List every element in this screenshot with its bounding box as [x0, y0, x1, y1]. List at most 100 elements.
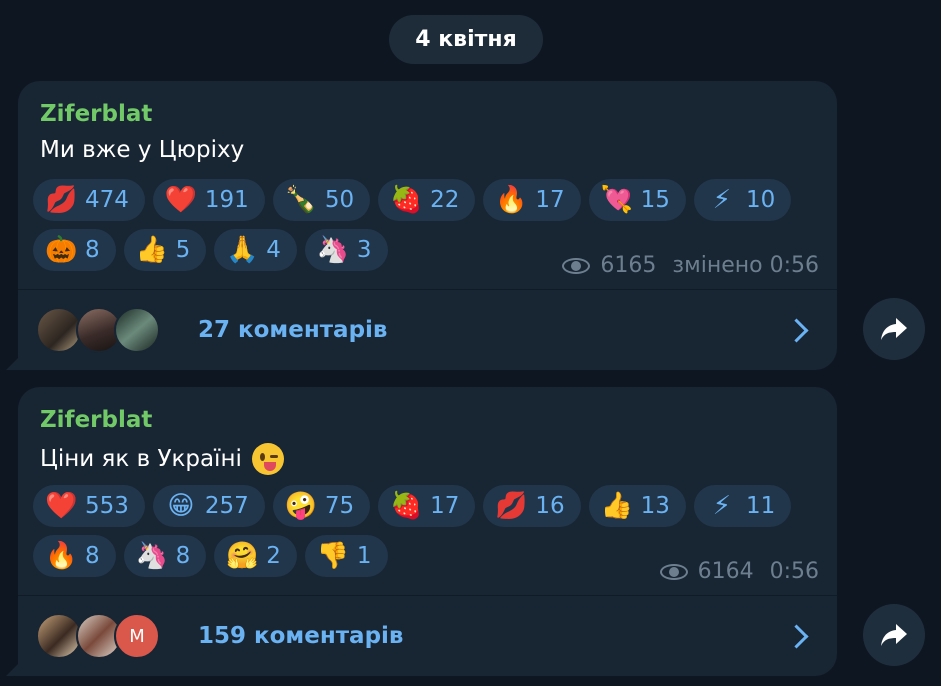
reaction-count: 13 [640, 493, 670, 519]
avatar: M [114, 613, 160, 659]
message-bubble[interactable]: Ziferblat Ціни як в Україні ❤️ 553 😁 257 🤪… [6, 387, 837, 676]
bubble-tail [6, 662, 20, 676]
reaction-count: 8 [175, 543, 191, 569]
reaction-count: 2 [266, 543, 281, 569]
reaction-chip[interactable]: 🎃 8 [33, 229, 116, 271]
reaction-chip[interactable]: 😁 257 [152, 485, 265, 527]
reaction-count: 50 [324, 187, 355, 213]
message-meta: 6164 0:56 [659, 559, 819, 584]
message-meta: 6165 змінено 0:56 [562, 253, 819, 278]
heart-icon: ❤️ [164, 185, 198, 215]
reaction-chip[interactable]: ❤️ 553 [33, 485, 145, 527]
fire-icon: 🔥 [45, 541, 78, 571]
grinning-face-icon: 😁 [167, 491, 195, 521]
winking-tongue-face-icon [251, 443, 284, 475]
message-text: Ми вже у Цюріху [40, 137, 244, 163]
reaction-count: 1 [356, 543, 372, 569]
heart-arrow-icon: 💘 [600, 185, 634, 215]
reaction-count: 17 [430, 493, 460, 519]
view-count: 6164 [697, 559, 754, 584]
zany-face-icon: 🤪 [284, 491, 318, 521]
share-arrow-icon [881, 624, 907, 646]
eye-icon [562, 256, 592, 276]
reaction-count: 3 [356, 237, 372, 263]
comments-link[interactable]: 27 коментарів [36, 299, 819, 361]
divider [18, 289, 837, 290]
chevron-right-icon[interactable] [784, 623, 809, 649]
hugging-face-icon: 🤗 [226, 541, 259, 571]
reaction-chip[interactable]: 🍾 50 [272, 179, 371, 221]
reaction-count: 474 [85, 187, 129, 213]
lightning-icon: ⚡ [712, 185, 732, 215]
reaction-chip[interactable]: 🍓 22 [378, 179, 476, 221]
reaction-count: 75 [324, 493, 355, 519]
share-button[interactable] [863, 604, 925, 666]
reaction-count: 11 [745, 493, 776, 519]
reaction-count: 15 [640, 187, 670, 213]
kiss-lips-icon: 💋 [45, 185, 78, 215]
reaction-count: 4 [266, 237, 281, 263]
avatar [114, 307, 160, 353]
reaction-chip[interactable]: ❤️ 191 [152, 179, 265, 221]
reaction-count: 22 [430, 187, 460, 213]
lightning-icon: ⚡ [712, 491, 732, 521]
thumbs-down-icon: 👎 [316, 541, 350, 571]
reaction-count: 10 [745, 187, 776, 213]
comments-count[interactable]: 27 коментарів [198, 317, 387, 343]
divider [18, 595, 837, 596]
share-arrow-icon [881, 318, 907, 340]
reaction-count: 191 [204, 187, 249, 213]
reaction-chip[interactable]: 👍 13 [588, 485, 686, 527]
reaction-count: 8 [85, 543, 100, 569]
fire-icon: 🔥 [495, 185, 528, 215]
message-author[interactable]: Ziferblat [40, 101, 152, 127]
reaction-chip[interactable]: 🔥 17 [483, 179, 581, 221]
reaction-chip[interactable]: 🤪 75 [272, 485, 371, 527]
strawberry-icon: 🍓 [390, 185, 423, 215]
reaction-chip[interactable]: 💋 474 [33, 179, 145, 221]
reaction-chip[interactable]: 🦄 8 [123, 535, 207, 577]
date-separator: 4 квітня [389, 15, 543, 64]
reaction-chip[interactable]: 🦄 3 [304, 229, 388, 271]
message-author[interactable]: Ziferblat [40, 407, 152, 433]
reaction-chip[interactable]: ⚡ 10 [693, 179, 792, 221]
reaction-chip[interactable]: 🍓 17 [378, 485, 476, 527]
comments-link[interactable]: M 159 коментарів [36, 605, 819, 667]
unicorn-icon: 🦄 [316, 235, 350, 265]
praying-hands-icon: 🙏 [226, 235, 259, 265]
heart-icon: ❤️ [45, 491, 78, 521]
champagne-icon: 🍾 [284, 185, 318, 215]
reaction-chip[interactable]: 👎 1 [304, 535, 388, 577]
kiss-lips-icon: 💋 [495, 491, 528, 521]
pumpkin-icon: 🎃 [45, 235, 78, 265]
reaction-chip[interactable]: 🔥 8 [33, 535, 116, 577]
strawberry-icon: 🍓 [390, 491, 423, 521]
reaction-count: 553 [85, 493, 129, 519]
share-button[interactable] [863, 298, 925, 360]
reaction-chip[interactable]: 🙏 4 [214, 229, 297, 271]
commenter-avatars: M [36, 613, 176, 659]
message-text-content: Ми вже у Цюріху [40, 137, 245, 163]
bubble-tail [6, 356, 20, 370]
comments-count[interactable]: 159 коментарів [198, 623, 403, 649]
reaction-chip[interactable]: 💋 16 [483, 485, 581, 527]
reaction-chip[interactable]: 🤗 2 [214, 535, 297, 577]
reaction-chip[interactable]: 👍 5 [123, 229, 207, 271]
reaction-chip[interactable]: ⚡ 11 [693, 485, 792, 527]
message-bubble[interactable]: Ziferblat Ми вже у Цюріху 💋 474 ❤️ 191 🍾 50… [6, 81, 837, 370]
reaction-count: 5 [175, 237, 191, 263]
message-text-content: Ціни як в Україні [40, 446, 242, 472]
reaction-chip[interactable]: 💘 15 [588, 179, 686, 221]
chevron-right-icon[interactable] [784, 317, 809, 343]
reaction-count: 8 [85, 237, 100, 263]
reaction-count: 17 [535, 187, 565, 213]
thumbs-up-icon: 👍 [600, 491, 634, 521]
commenter-avatars [36, 307, 176, 353]
message-text: Ціни як в Україні [40, 443, 284, 475]
unicorn-icon: 🦄 [135, 541, 169, 571]
reaction-count: 16 [535, 493, 565, 519]
thumbs-up-icon: 👍 [135, 235, 169, 265]
message-time: змінено 0:56 [672, 253, 819, 278]
reaction-count: 257 [204, 493, 249, 519]
message-time: 0:56 [769, 559, 819, 584]
